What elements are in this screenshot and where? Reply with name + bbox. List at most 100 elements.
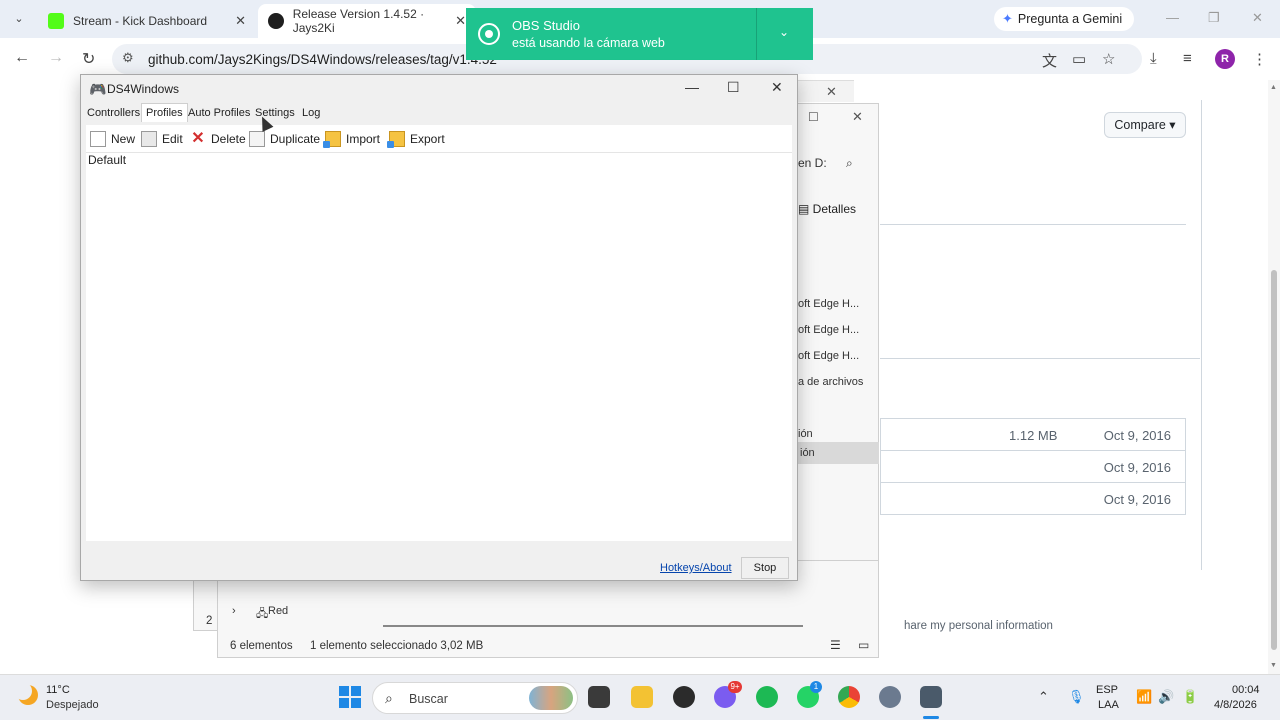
privacy-link[interactable]: hare my personal information bbox=[904, 620, 1053, 632]
tab-close-icon[interactable]: ✕ bbox=[235, 13, 246, 29]
wifi-icon[interactable]: 📶 bbox=[1136, 689, 1152, 705]
menu-dots-icon[interactable]: ⋮ bbox=[1252, 50, 1267, 68]
chevron-up-icon[interactable]: ⌃ bbox=[1038, 689, 1049, 705]
close-icon[interactable]: ✕ bbox=[771, 79, 783, 96]
microphone-icon[interactable]: 🎙 bbox=[1068, 689, 1085, 705]
tab-search-button[interactable]: ⌄ bbox=[8, 8, 30, 30]
chrome-icon[interactable] bbox=[838, 686, 860, 708]
hotkeys-about-link[interactable]: Hotkeys/About bbox=[660, 562, 732, 574]
horizontal-scrollbar[interactable] bbox=[383, 625, 803, 627]
notification-message: está usando la cámara web bbox=[512, 36, 665, 50]
export-button[interactable]: Export bbox=[387, 131, 445, 148]
asset-row[interactable]: Oct 9, 2016 bbox=[880, 483, 1186, 515]
profile-avatar[interactable]: R bbox=[1215, 49, 1235, 69]
file-item[interactable]: ión bbox=[798, 428, 813, 440]
keyboard-layout[interactable]: LAA bbox=[1098, 699, 1119, 711]
maximize-icon[interactable]: ☐ bbox=[808, 110, 819, 124]
minimize-icon[interactable]: — bbox=[685, 79, 699, 95]
stop-button[interactable]: Stop bbox=[741, 557, 789, 579]
import-button[interactable]: Import bbox=[323, 131, 380, 148]
close-icon[interactable]: ✕ bbox=[826, 84, 837, 100]
divider bbox=[880, 358, 1200, 359]
settings-gear-icon[interactable] bbox=[879, 686, 901, 708]
notification-badge: 9+ bbox=[728, 681, 742, 693]
gemini-button[interactable]: ✦ Pregunta a Gemini bbox=[994, 7, 1134, 31]
asset-row[interactable]: 1.12 MB Oct 9, 2016 bbox=[880, 419, 1186, 451]
asset-row[interactable]: Oct 9, 2016 bbox=[880, 451, 1186, 483]
taskbar-search[interactable]: ⌕ Buscar bbox=[372, 682, 578, 714]
compare-button[interactable]: Compare ▾ bbox=[1104, 112, 1186, 138]
minimize-icon[interactable]: — bbox=[1166, 10, 1179, 25]
ds4windows-taskbar-icon[interactable] bbox=[920, 686, 942, 708]
restore-icon[interactable]: ❐ bbox=[1208, 10, 1220, 26]
webcam-icon bbox=[478, 23, 500, 45]
cast-icon[interactable]: ▭ bbox=[1072, 50, 1086, 68]
selected-file-row[interactable]: ión bbox=[796, 442, 879, 464]
search-icon[interactable]: ⌕ bbox=[846, 156, 853, 171]
details-button[interactable]: ▤ Detalles bbox=[798, 202, 856, 216]
tile-view-icon[interactable]: ▭ bbox=[858, 638, 869, 652]
forward-icon[interactable]: → bbox=[48, 49, 64, 67]
close-icon[interactable]: ✕ bbox=[852, 109, 863, 125]
file-explorer-icon[interactable] bbox=[631, 686, 653, 708]
scroll-up-icon[interactable]: ▲ bbox=[1270, 84, 1277, 91]
obs-studio-icon[interactable] bbox=[673, 686, 695, 708]
windows-taskbar: 11°C Despejado ⌕ Buscar 9+ 1 ⌃ 🎙 ESP LAA… bbox=[0, 674, 1280, 720]
maximize-icon[interactable]: ☐ bbox=[727, 79, 740, 96]
edit-button[interactable]: Edit bbox=[141, 131, 183, 147]
reload-icon[interactable]: ↻ bbox=[82, 49, 95, 69]
chevron-right-icon[interactable]: › bbox=[232, 605, 236, 617]
github-icon bbox=[268, 13, 284, 29]
tab-release-version[interactable]: Release Version 1.4.52 · Jays2Ki ✕ bbox=[258, 4, 476, 38]
scroll-down-icon[interactable]: ▼ bbox=[1270, 662, 1277, 669]
nav-item-red[interactable]: Red bbox=[268, 605, 288, 617]
tab-auto-profiles[interactable]: Auto Profiles bbox=[188, 107, 250, 119]
scrollbar-thumb[interactable] bbox=[1271, 270, 1277, 650]
tab-profiles[interactable]: Profiles bbox=[141, 103, 188, 122]
clock-date[interactable]: 4/8/2026 bbox=[1214, 699, 1257, 711]
search-box-text[interactable]: en D: bbox=[798, 156, 827, 170]
window-titlebar[interactable]: 🎮 DS4Windows — ☐ ✕ bbox=[81, 75, 797, 103]
weather-temperature[interactable]: 11°C bbox=[46, 684, 70, 696]
weather-condition[interactable]: Despejado bbox=[46, 699, 99, 711]
obs-notification[interactable]: OBS Studio está usando la cámara web ⌄ bbox=[466, 8, 813, 60]
close-window-icon[interactable]: ✕ bbox=[1252, 10, 1263, 26]
list-view-icon[interactable]: ☰ bbox=[830, 638, 841, 652]
clock-time[interactable]: 00:04 bbox=[1232, 684, 1260, 696]
asset-size: 1.12 MB bbox=[1009, 428, 1058, 443]
file-item[interactable]: oft Edge H... bbox=[798, 350, 859, 362]
delete-label: Delete bbox=[211, 132, 246, 146]
chevron-down-icon[interactable]: ⌄ bbox=[779, 25, 789, 39]
tab-controllers[interactable]: Controllers bbox=[87, 107, 140, 119]
file-item: ión bbox=[800, 447, 815, 459]
file-item[interactable]: oft Edge H... bbox=[798, 298, 859, 310]
bookmark-star-icon[interactable]: ☆ bbox=[1102, 50, 1115, 68]
export-label: Export bbox=[410, 132, 445, 146]
tab-log[interactable]: Log bbox=[302, 107, 320, 119]
reading-list-icon[interactable]: ≡ bbox=[1183, 50, 1192, 67]
site-info-icon[interactable]: ⚙ bbox=[122, 50, 134, 66]
volume-icon[interactable]: 🔊 bbox=[1158, 689, 1174, 705]
delete-button[interactable]: ✕ Delete bbox=[190, 131, 246, 147]
details-label: Detalles bbox=[812, 202, 857, 216]
language-indicator[interactable]: ESP bbox=[1096, 684, 1118, 696]
task-view-icon[interactable] bbox=[588, 686, 610, 708]
file-item[interactable]: oft Edge H... bbox=[798, 324, 859, 336]
windows-start-icon[interactable] bbox=[339, 686, 361, 708]
tab-close-icon[interactable]: ✕ bbox=[455, 13, 466, 29]
moon-weather-icon[interactable] bbox=[14, 682, 38, 705]
gamepad-icon: 🎮 bbox=[89, 81, 107, 97]
duplicate-button[interactable]: Duplicate bbox=[249, 131, 320, 147]
back-icon[interactable]: ← bbox=[14, 49, 30, 67]
ds4windows-window: 🎮 DS4Windows — ☐ ✕ Controllers Profiles … bbox=[80, 74, 798, 581]
page-scrollbar[interactable]: ▲ ▼ bbox=[1268, 80, 1280, 674]
translate-icon[interactable]: 文 bbox=[1042, 50, 1057, 71]
battery-icon[interactable]: 🔋 bbox=[1182, 689, 1198, 705]
tab-bar: Controllers Profiles Auto Profiles Setti… bbox=[81, 103, 797, 125]
tab-kick-dashboard[interactable]: Stream - Kick Dashboard ✕ bbox=[38, 4, 256, 38]
profile-list-item[interactable]: Default bbox=[88, 153, 126, 167]
download-icon[interactable]: ⤓ bbox=[1150, 50, 1157, 67]
new-button[interactable]: New bbox=[90, 131, 135, 147]
spotify-icon[interactable] bbox=[756, 686, 778, 708]
file-item[interactable]: a de archivos bbox=[798, 376, 863, 388]
